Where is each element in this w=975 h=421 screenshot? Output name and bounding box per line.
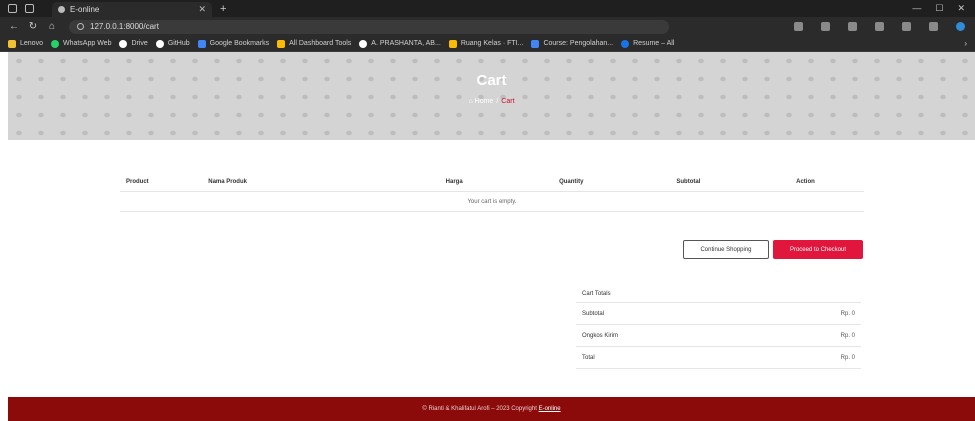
browser-toolbar: ← ↻ ⌂ 127.0.0.1:8000/cart — [0, 17, 975, 36]
bookmark-item[interactable]: WhatsApp Web — [50, 39, 111, 48]
totals-label: Ongkos Kirim — [582, 333, 619, 339]
globe-icon — [359, 39, 368, 48]
folder-icon — [8, 39, 16, 48]
breadcrumb-separator: / — [496, 98, 499, 105]
bookmark-item[interactable]: Resume – All — [621, 39, 674, 48]
split-screen-icon[interactable] — [848, 22, 857, 31]
column-header: Harga — [445, 178, 463, 185]
maximize-icon[interactable]: ☐ — [935, 3, 943, 14]
back-icon[interactable]: ← — [9, 21, 19, 32]
collections-icon[interactable] — [875, 22, 884, 31]
totals-value: Rp. 0 — [840, 311, 855, 317]
home-icon[interactable]: ⌂ — [47, 21, 57, 32]
bookmark-item[interactable]: Drive — [119, 39, 148, 48]
bookmark-item[interactable]: Course: Pengolahan... — [531, 39, 613, 48]
window-menu-icon[interactable] — [8, 4, 17, 13]
github-icon — [155, 39, 164, 48]
reload-icon[interactable]: ↻ — [28, 21, 38, 32]
footer-text: © Rianti & Khalifatul Arofi – 2023 Copyr… — [422, 406, 537, 412]
column-header: Quantity — [559, 178, 584, 185]
table-header: Product Nama Produk Harga Quantity Subto… — [120, 172, 864, 192]
totals-value: Rp. 0 — [840, 355, 855, 361]
browser-titlebar: E-online ✕ + — ☐ ✕ — [0, 0, 975, 17]
breadcrumb-home-link[interactable]: ⌂ Home — [468, 98, 493, 105]
page-content: Cart ⌂ Home / Cart Product Nama Produk Har… — [8, 52, 975, 421]
bookmark-item[interactable]: A. PRASHANTA, AB... — [359, 39, 441, 48]
tab-actions-icon[interactable] — [25, 4, 34, 13]
tab-favicon-icon — [58, 6, 65, 13]
bookmark-item[interactable]: Lenovo — [8, 39, 43, 48]
cart-table: Product Nama Produk Harga Quantity Subto… — [120, 172, 864, 212]
breadcrumb-current: Cart — [501, 98, 515, 105]
page-footer: © Rianti & Khalifatul Arofi – 2023 Copyr… — [8, 397, 975, 421]
address-bar[interactable]: 127.0.0.1:8000/cart — [69, 19, 669, 34]
page-banner: Cart ⌂ Home / Cart — [8, 52, 975, 140]
breadcrumb: ⌂ Home / Cart — [8, 98, 975, 105]
window-controls: — ☐ ✕ — [912, 3, 975, 14]
course-icon — [531, 39, 540, 48]
cart-totals-title: Cart Totals — [576, 285, 861, 303]
grid-icon — [277, 39, 286, 48]
bookmark-item[interactable]: GitHub — [155, 39, 190, 48]
column-header: Subtotal — [676, 178, 701, 185]
extensions-area — [794, 22, 975, 31]
url-text: 127.0.0.1:8000/cart — [90, 22, 159, 31]
cart-totals: Cart Totals Subtotal Rp. 0 Ongkos Kirim … — [576, 285, 861, 369]
tab-title: E-online — [70, 5, 100, 14]
column-header: Nama Produk — [208, 178, 247, 185]
bookmark-item[interactable]: All Dashboard Tools — [277, 39, 351, 48]
totals-row: Subtotal Rp. 0 — [576, 303, 861, 325]
footer-brand-link[interactable]: E-online — [539, 406, 561, 412]
close-tab-icon[interactable]: ✕ — [198, 4, 206, 15]
proceed-to-checkout-button[interactable]: Proceed to Checkout — [773, 240, 863, 259]
site-info-icon[interactable] — [77, 23, 84, 30]
column-header: Product — [126, 178, 149, 185]
empty-cart-message: Your cart is empty. — [120, 192, 864, 212]
column-header: Action — [796, 178, 815, 185]
totals-row: Ongkos Kirim Rp. 0 — [576, 325, 861, 347]
totals-label: Total — [582, 355, 595, 361]
page-title: Cart — [476, 72, 507, 89]
profile-icon[interactable] — [929, 22, 938, 31]
copilot-icon[interactable] — [956, 22, 965, 31]
whatsapp-icon — [50, 39, 59, 48]
new-tab-icon[interactable]: + — [220, 3, 226, 15]
class-icon — [448, 39, 457, 48]
favorite-star-icon[interactable] — [821, 22, 830, 31]
close-window-icon[interactable]: ✕ — [957, 3, 965, 14]
totals-row: Total Rp. 0 — [576, 347, 861, 369]
more-bookmarks-icon[interactable]: › — [964, 39, 975, 48]
browser-tab[interactable]: E-online ✕ — [52, 2, 212, 17]
sync-icon[interactable] — [902, 22, 911, 31]
continue-shopping-button[interactable]: Continue Shopping — [683, 240, 769, 259]
drive-icon — [119, 39, 128, 48]
bookmark-item[interactable]: Ruang Kelas · FTI... — [448, 39, 523, 48]
bookmark-icon — [197, 39, 206, 48]
bookmarks-bar: Lenovo WhatsApp Web Drive GitHub Google … — [0, 36, 975, 52]
totals-value: Rp. 0 — [840, 333, 855, 339]
extension-icon[interactable] — [794, 22, 803, 31]
totals-label: Subtotal — [582, 311, 605, 317]
resume-icon — [621, 39, 630, 48]
minimize-icon[interactable]: — — [912, 3, 921, 14]
bookmark-item[interactable]: Google Bookmarks — [197, 39, 269, 48]
